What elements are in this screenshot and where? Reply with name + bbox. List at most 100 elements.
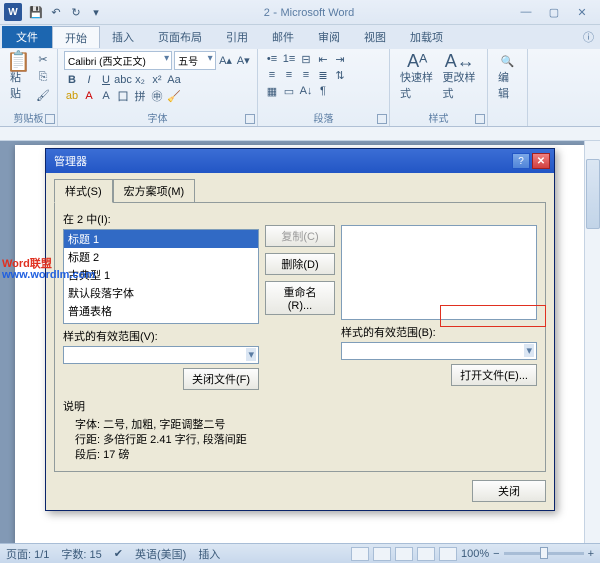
italic-icon[interactable]: I xyxy=(81,72,97,88)
subscript-icon[interactable]: x₂ xyxy=(132,72,148,88)
view-outline-icon[interactable] xyxy=(417,547,435,561)
range-combo-right[interactable] xyxy=(341,342,537,360)
cut-icon[interactable]: ✂ xyxy=(35,51,51,67)
view-web-icon[interactable] xyxy=(395,547,413,561)
superscript-icon[interactable]: x² xyxy=(149,72,165,88)
tab-file[interactable]: 文件 xyxy=(2,26,52,48)
delete-button[interactable]: 删除(D) xyxy=(265,253,335,275)
zoom-slider[interactable] xyxy=(504,552,584,555)
decrease-indent-icon[interactable]: ⇤ xyxy=(315,51,331,67)
align-right-icon[interactable]: ≡ xyxy=(298,67,314,83)
tab-review[interactable]: 审阅 xyxy=(306,26,352,48)
copy-button[interactable]: 复制(C) xyxy=(265,225,335,247)
status-words[interactable]: 字数: 15 xyxy=(61,546,101,562)
char-shading-icon[interactable]: A xyxy=(98,88,114,104)
enclose-icon[interactable]: ㊥ xyxy=(149,88,165,104)
editing-button[interactable]: 🔍 编辑 xyxy=(494,51,521,103)
right-column: 样式的有效范围(B): 打开文件(E)... xyxy=(341,211,537,390)
dialog-launcher-icon[interactable] xyxy=(245,114,255,124)
clear-format-icon[interactable]: 🧹 xyxy=(166,88,182,104)
tab-layout[interactable]: 页面布局 xyxy=(146,26,214,48)
char-border-icon[interactable]: 囗 xyxy=(115,88,131,104)
line-spacing-icon[interactable]: ⇅ xyxy=(332,67,348,83)
list-item[interactable]: 默认段落字体 xyxy=(64,284,258,302)
font-color-icon[interactable]: A xyxy=(81,88,97,104)
tab-mailings[interactable]: 邮件 xyxy=(260,26,306,48)
view-print-layout-icon[interactable] xyxy=(351,547,369,561)
change-styles-button[interactable]: A↔ 更改样式 xyxy=(439,51,482,103)
status-page[interactable]: 页面: 1/1 xyxy=(6,546,49,562)
font-size-select[interactable]: 五号 xyxy=(174,51,216,70)
numbering-icon[interactable]: 1≡ xyxy=(281,51,297,67)
group-label: 字体 xyxy=(58,110,257,125)
format-painter-icon[interactable]: 🖌 xyxy=(35,87,51,103)
borders-icon[interactable]: ▭ xyxy=(281,83,297,99)
phonetic-icon[interactable]: 拼 xyxy=(132,88,148,104)
paste-button[interactable]: 📋 粘贴 xyxy=(6,51,31,103)
show-marks-icon[interactable]: ¶ xyxy=(315,83,331,99)
help-icon[interactable]: ⓘ xyxy=(583,29,594,45)
dialog-titlebar[interactable]: 管理器 ? ✕ xyxy=(46,149,554,173)
zoom-level[interactable]: 100% xyxy=(461,548,489,560)
copy-icon[interactable]: ⎘ xyxy=(35,69,51,85)
styles-listbox[interactable]: 标题 1 标题 2 古典型 1 默认段落字体 普通表格 三线表格 1 三线表格1 xyxy=(63,229,259,324)
bold-icon[interactable]: B xyxy=(64,72,80,88)
tab-view[interactable]: 视图 xyxy=(352,26,398,48)
tab-addins[interactable]: 加载项 xyxy=(398,26,455,48)
underline-icon[interactable]: U xyxy=(98,72,114,88)
qat-customize-icon[interactable]: ▾ xyxy=(87,3,105,21)
range-combo-left[interactable] xyxy=(63,346,259,364)
dialog-launcher-icon[interactable] xyxy=(475,114,485,124)
status-language[interactable]: 英语(美国) xyxy=(135,546,186,562)
dialog-help-icon[interactable]: ? xyxy=(512,153,530,169)
tab-references[interactable]: 引用 xyxy=(214,26,260,48)
dialog-tab-macros[interactable]: 宏方案项(M) xyxy=(113,179,196,203)
zoom-thumb[interactable] xyxy=(540,547,548,559)
change-case-icon[interactable]: Aa xyxy=(166,72,182,88)
sort-icon[interactable]: A↓ xyxy=(298,83,314,99)
dialog-tab-styles[interactable]: 样式(S) xyxy=(54,179,113,203)
multilevel-icon[interactable]: ⊟ xyxy=(298,51,314,67)
save-icon[interactable]: 💾 xyxy=(27,3,45,21)
window-titlebar: W 💾 ↶ ↻ ▾ 2 - Microsoft Word ― ▢ ✕ xyxy=(0,0,600,25)
dialog-close-icon[interactable]: ✕ xyxy=(532,153,550,169)
undo-icon[interactable]: ↶ xyxy=(47,3,65,21)
vertical-scrollbar[interactable] xyxy=(584,141,600,543)
maximize-icon[interactable]: ▢ xyxy=(542,4,566,20)
bullets-icon[interactable]: •≡ xyxy=(264,51,280,67)
align-center-icon[interactable]: ≡ xyxy=(281,67,297,83)
open-file-button[interactable]: 打开文件(E)... xyxy=(451,364,537,386)
quick-styles-button[interactable]: Aᴬ 快速样式 xyxy=(396,51,439,103)
font-name-select[interactable]: Calibri (西文正文) xyxy=(64,51,172,70)
status-spellcheck-icon[interactable]: ✔ xyxy=(114,547,123,560)
status-insert-mode[interactable]: 插入 xyxy=(198,546,220,562)
list-item[interactable]: 标题 2 xyxy=(64,248,258,266)
zoom-in-icon[interactable]: + xyxy=(588,548,594,560)
increase-indent-icon[interactable]: ⇥ xyxy=(332,51,348,67)
redo-icon[interactable]: ↻ xyxy=(67,3,85,21)
minimize-icon[interactable]: ― xyxy=(514,4,538,20)
view-fullscreen-icon[interactable] xyxy=(373,547,391,561)
dialog-launcher-icon[interactable] xyxy=(45,114,55,124)
list-item[interactable]: 三线表格 1 xyxy=(64,320,258,324)
close-icon[interactable]: ✕ xyxy=(570,4,594,20)
dialog-launcher-icon[interactable] xyxy=(377,114,387,124)
dialog-close-button[interactable]: 关闭 xyxy=(472,480,546,502)
shrink-font-icon[interactable]: A▾ xyxy=(235,53,251,69)
tab-insert[interactable]: 插入 xyxy=(100,26,146,48)
tab-home[interactable]: 开始 xyxy=(52,26,100,48)
list-item[interactable]: 古典型 1 xyxy=(64,266,258,284)
close-file-left-button[interactable]: 关闭文件(F) xyxy=(183,368,259,390)
shading-icon[interactable]: ▦ xyxy=(264,83,280,99)
grow-font-icon[interactable]: A▴ xyxy=(218,53,234,69)
scrollbar-thumb[interactable] xyxy=(586,159,600,229)
rename-button[interactable]: 重命名(R)... xyxy=(265,281,335,315)
align-left-icon[interactable]: ≡ xyxy=(264,67,280,83)
highlight-icon[interactable]: ab xyxy=(64,88,80,104)
list-item[interactable]: 标题 1 xyxy=(64,230,258,248)
strike-icon[interactable]: abc xyxy=(115,72,131,88)
justify-icon[interactable]: ≣ xyxy=(315,67,331,83)
zoom-out-icon[interactable]: − xyxy=(493,548,499,560)
list-item[interactable]: 普通表格 xyxy=(64,302,258,320)
view-draft-icon[interactable] xyxy=(439,547,457,561)
